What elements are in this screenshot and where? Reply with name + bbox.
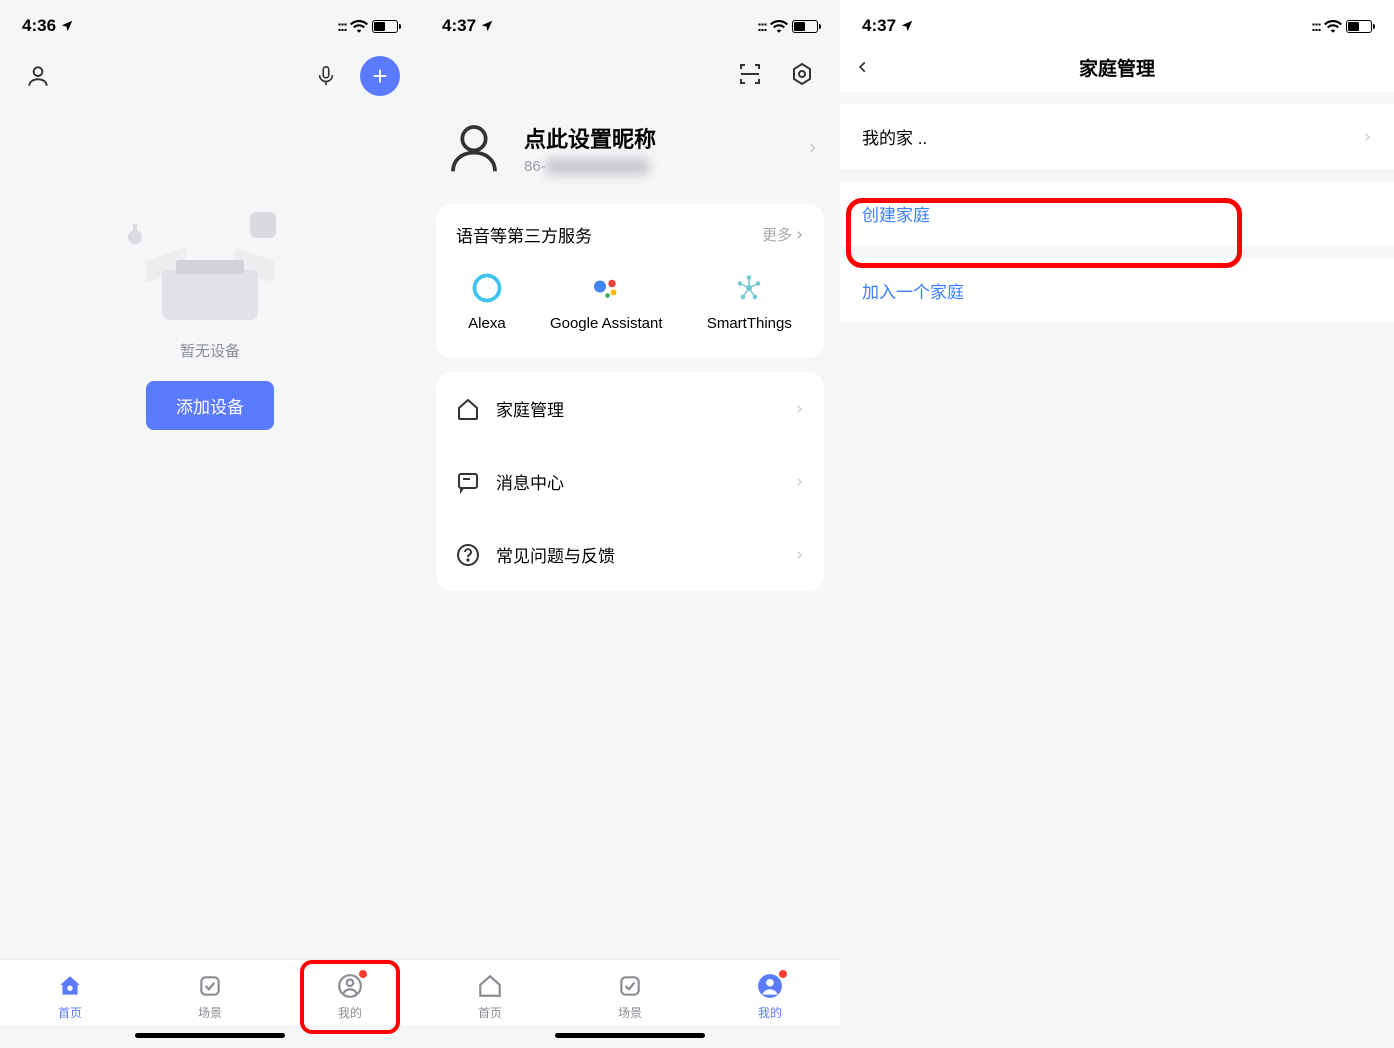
menu-home-manage[interactable]: 家庭管理 <box>436 372 824 445</box>
location-icon <box>60 19 74 33</box>
screen-mine: 4:37 ::: 点此设置昵称 86-00000000000 <box>420 0 840 1048</box>
screen-home-manage: 4:37 ::: 家庭管理 我的家 .. 创建家庭 加入一个家庭 <box>840 0 1394 1048</box>
empty-text: 暂无设备 <box>180 340 240 361</box>
tab-mine[interactable]: 我的 <box>756 972 784 1021</box>
scene-icon <box>196 972 224 1000</box>
tab-scene[interactable]: 场景 <box>196 972 224 1021</box>
home-icon <box>476 972 504 1000</box>
help-icon <box>456 543 480 567</box>
add-button[interactable]: + <box>360 56 400 96</box>
tab-bar: 首页 场景 我的 <box>0 959 420 1025</box>
tab-label: 首页 <box>478 1004 502 1021</box>
tab-bar: 首页 场景 我的 <box>420 959 840 1025</box>
chevron-right-icon <box>794 547 804 563</box>
mine-header <box>420 42 840 106</box>
home-header: + <box>0 42 420 110</box>
scan-icon[interactable] <box>732 56 768 92</box>
service-label: Google Assistant <box>550 315 663 332</box>
row-label: 常见问题与反馈 <box>496 542 778 567</box>
wifi-icon <box>1324 19 1342 33</box>
smartthings-icon <box>732 271 766 305</box>
tab-label: 我的 <box>758 1004 782 1021</box>
status-time: 4:37 <box>442 16 476 36</box>
microphone-icon[interactable] <box>308 58 344 94</box>
status-time: 4:37 <box>862 16 896 36</box>
avatar-icon <box>442 116 506 180</box>
signal-icon: ::: <box>757 18 766 35</box>
status-time: 4:36 <box>22 16 56 36</box>
status-bar: 4:36 ::: <box>0 0 420 42</box>
service-alexa[interactable]: Alexa <box>468 271 506 332</box>
battery-icon <box>792 20 818 33</box>
battery-icon <box>1346 20 1372 33</box>
menu-card: 家庭管理 消息中心 常见问题与反馈 <box>436 372 824 591</box>
menu-message-center[interactable]: 消息中心 <box>436 445 824 518</box>
signal-icon: ::: <box>1311 18 1320 35</box>
page-header: 家庭管理 <box>840 42 1394 92</box>
empty-box-illustration <box>150 230 270 320</box>
wifi-icon <box>350 19 368 33</box>
chevron-right-icon <box>794 474 804 490</box>
profile-phone: 86-00000000000 <box>524 158 788 175</box>
screen-home: 4:36 ::: + <box>0 0 420 1048</box>
tab-label: 首页 <box>58 1004 82 1021</box>
service-label: SmartThings <box>707 315 792 332</box>
home-indicator <box>555 1033 705 1038</box>
message-icon <box>456 470 480 494</box>
row-label: 家庭管理 <box>496 396 778 421</box>
row-label: 我的家 .. <box>862 124 927 149</box>
notification-dot <box>359 970 367 978</box>
tab-scene[interactable]: 场景 <box>616 972 644 1021</box>
chevron-right-icon <box>794 401 804 417</box>
highlight-frame <box>846 198 1242 268</box>
notification-dot <box>779 970 787 978</box>
location-icon <box>900 19 914 33</box>
profile-name: 点此设置昵称 <box>524 122 788 154</box>
wifi-icon <box>770 19 788 33</box>
home-indicator <box>135 1033 285 1038</box>
card-title: 语音等第三方服务 <box>456 222 592 247</box>
service-smartthings[interactable]: SmartThings <box>707 271 792 332</box>
scene-icon <box>616 972 644 1000</box>
tab-mine[interactable]: 我的 <box>336 972 364 1021</box>
google-assistant-icon <box>589 271 623 305</box>
signal-icon: ::: <box>337 18 346 35</box>
third-party-card: 语音等第三方服务 更多 Alexa Google Assistant <box>436 204 824 358</box>
tab-home[interactable]: 首页 <box>476 972 504 1021</box>
alexa-icon <box>470 271 504 305</box>
chevron-right-icon <box>1362 129 1372 145</box>
profile-row[interactable]: 点此设置昵称 86-00000000000 <box>420 106 840 204</box>
mine-icon <box>336 972 364 1000</box>
row-my-home[interactable]: 我的家 .. <box>840 104 1394 169</box>
battery-icon <box>372 20 398 33</box>
profile-icon[interactable] <box>20 58 56 94</box>
tab-label: 场景 <box>618 1004 642 1021</box>
status-bar: 4:37 ::: <box>420 0 840 42</box>
status-bar: 4:37 ::: <box>840 0 1394 42</box>
row-label: 消息中心 <box>496 469 778 494</box>
location-icon <box>480 19 494 33</box>
home-icon <box>56 972 84 1000</box>
more-link[interactable]: 更多 <box>762 224 804 245</box>
tab-home[interactable]: 首页 <box>56 972 84 1021</box>
menu-faq-feedback[interactable]: 常见问题与反馈 <box>436 518 824 591</box>
add-device-button[interactable]: 添加设备 <box>146 381 274 430</box>
settings-icon[interactable] <box>784 56 820 92</box>
page-title: 家庭管理 <box>856 54 1378 81</box>
service-label: Alexa <box>468 315 506 332</box>
service-google-assistant[interactable]: Google Assistant <box>550 271 663 332</box>
row-label: 加入一个家庭 <box>862 278 964 303</box>
mine-icon <box>756 972 784 1000</box>
empty-state: 暂无设备 添加设备 <box>0 110 420 959</box>
home-icon <box>456 397 480 421</box>
tab-label: 场景 <box>198 1004 222 1021</box>
chevron-right-icon <box>806 139 818 157</box>
